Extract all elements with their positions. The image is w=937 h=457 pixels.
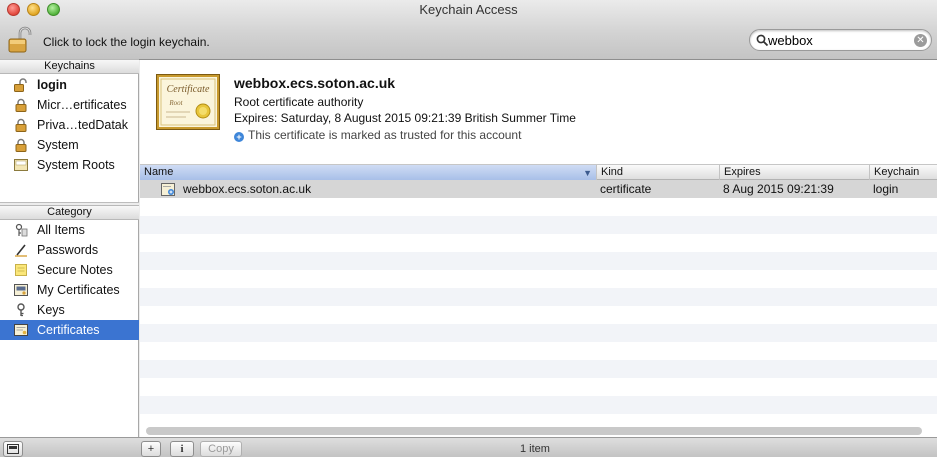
sidebar-item-label: Passwords xyxy=(37,243,99,257)
sidebar-keychain-private-data[interactable]: Priva…tedDatak xyxy=(0,115,139,135)
sidebar-item-label: Priva…tedDatak xyxy=(37,118,129,132)
certificate-icon xyxy=(161,183,175,196)
horizontal-scrollbar[interactable] xyxy=(146,427,922,435)
key-icon xyxy=(17,303,25,317)
column-header-name[interactable]: Name ▼ xyxy=(140,165,596,180)
sidebar-keychain-login[interactable]: login xyxy=(0,75,139,95)
column-header-keychain[interactable]: Keychain xyxy=(869,165,937,180)
note-icon xyxy=(15,264,27,276)
window-titlebar: Keychain Access Click to lock the login … xyxy=(0,0,937,60)
window-title: Keychain Access xyxy=(419,2,518,17)
sidebar-item-label: login xyxy=(37,78,67,92)
empty-row xyxy=(140,342,937,360)
clear-search-icon[interactable]: ✕ xyxy=(914,34,927,47)
column-header-kind[interactable]: Kind xyxy=(596,165,719,180)
sidebar-item-label: Keys xyxy=(37,303,65,317)
empty-row xyxy=(140,234,937,252)
certificate-preview-icon: Certificate Root xyxy=(156,74,220,130)
empty-row xyxy=(140,252,937,270)
certificate-trust-status: + This certificate is marked as trusted f… xyxy=(234,128,521,142)
password-icon xyxy=(15,244,27,257)
search-input[interactable] xyxy=(768,32,908,48)
trust-status-text: This certificate is marked as trusted fo… xyxy=(248,128,522,142)
sidebar-category-certificates[interactable]: Certificates xyxy=(0,320,139,340)
sort-descending-icon: ▼ xyxy=(583,168,592,178)
toggle-sidebar-button[interactable] xyxy=(3,441,23,457)
cell-expires: 8 Aug 2015 09:21:39 xyxy=(723,182,834,196)
sidebar-item-label: System Roots xyxy=(37,158,115,172)
certificate-name: webbox.ecs.soton.ac.uk xyxy=(234,75,396,91)
cell-keychain: login xyxy=(873,182,899,196)
unlocked-padlock-icon[interactable] xyxy=(8,26,36,54)
sidebar-item-label: My Certificates xyxy=(37,283,120,297)
certificate-icon xyxy=(14,324,28,336)
bottom-bar: + i Copy 1 item xyxy=(0,437,937,457)
cell-name: webbox.ecs.soton.ac.uk xyxy=(183,182,312,196)
empty-row xyxy=(140,288,937,306)
keychains-header: Keychains xyxy=(0,59,139,74)
items-table: Name ▼ Kind Expires Keychain webbox.ecs.… xyxy=(140,165,937,437)
sidebar-item-label: Secure Notes xyxy=(37,263,113,277)
lock-icon xyxy=(15,98,27,112)
table-row[interactable]: webbox.ecs.soton.ac.uk certificate 8 Aug… xyxy=(140,180,937,198)
item-count: 1 item xyxy=(520,443,550,455)
sidebar-item-label: System xyxy=(37,138,79,152)
certificate-type: Root certificate authority xyxy=(234,95,364,109)
unlocked-lock-icon xyxy=(14,78,27,92)
sidebar: Keychains login Micr…ertificates Priva…t… xyxy=(0,59,139,437)
cell-kind: certificate xyxy=(600,182,652,196)
empty-row xyxy=(140,360,937,378)
search-field[interactable]: ✕ xyxy=(749,29,932,51)
empty-row xyxy=(140,396,937,414)
my-certificate-icon xyxy=(14,284,28,296)
sidebar-item-label: Certificates xyxy=(37,323,100,337)
lock-keychain-label[interactable]: Click to lock the login keychain. xyxy=(43,35,210,49)
all-items-icon xyxy=(15,223,28,237)
lock-icon xyxy=(15,138,27,152)
lock-icon xyxy=(15,118,27,132)
certificate-preview-subtitle: Root xyxy=(168,99,183,107)
sidebar-item-label: All Items xyxy=(37,223,85,237)
add-item-button[interactable]: + xyxy=(141,441,161,457)
empty-row xyxy=(140,324,937,342)
sidebar-keychain-microsoft-certificates[interactable]: Micr…ertificates xyxy=(0,95,139,115)
column-header-expires[interactable]: Expires xyxy=(719,165,869,180)
category-header: Category xyxy=(0,205,139,220)
empty-row xyxy=(140,378,937,396)
empty-row xyxy=(140,306,937,324)
empty-row xyxy=(140,270,937,288)
sidebar-category-all-items[interactable]: All Items xyxy=(0,220,139,240)
get-info-button[interactable]: i xyxy=(170,441,194,457)
folder-icon xyxy=(14,159,28,171)
certificate-preview-title: Certificate xyxy=(167,84,210,95)
sidebar-category-secure-notes[interactable]: Secure Notes xyxy=(0,260,139,280)
sidebar-item-label: Micr…ertificates xyxy=(37,98,127,112)
table-header: Name ▼ Kind Expires Keychain xyxy=(140,165,937,180)
trusted-plus-icon: + xyxy=(234,132,244,142)
sidebar-keychain-system[interactable]: System xyxy=(0,135,139,155)
empty-row xyxy=(140,216,937,234)
certificate-detail-pane: Certificate Root webbox.ecs.soton.ac.uk … xyxy=(140,60,937,165)
sidebar-keychain-system-roots[interactable]: System Roots xyxy=(0,155,139,175)
sidebar-toggle-icon xyxy=(7,444,19,454)
sidebar-category-keys[interactable]: Keys xyxy=(0,300,139,320)
copy-button[interactable]: Copy xyxy=(200,441,242,457)
empty-row xyxy=(140,198,937,216)
sidebar-category-passwords[interactable]: Passwords xyxy=(0,240,139,260)
certificate-expiry: Expires: Saturday, 8 August 2015 09:21:3… xyxy=(234,111,576,125)
sidebar-category-my-certificates[interactable]: My Certificates xyxy=(0,280,139,300)
